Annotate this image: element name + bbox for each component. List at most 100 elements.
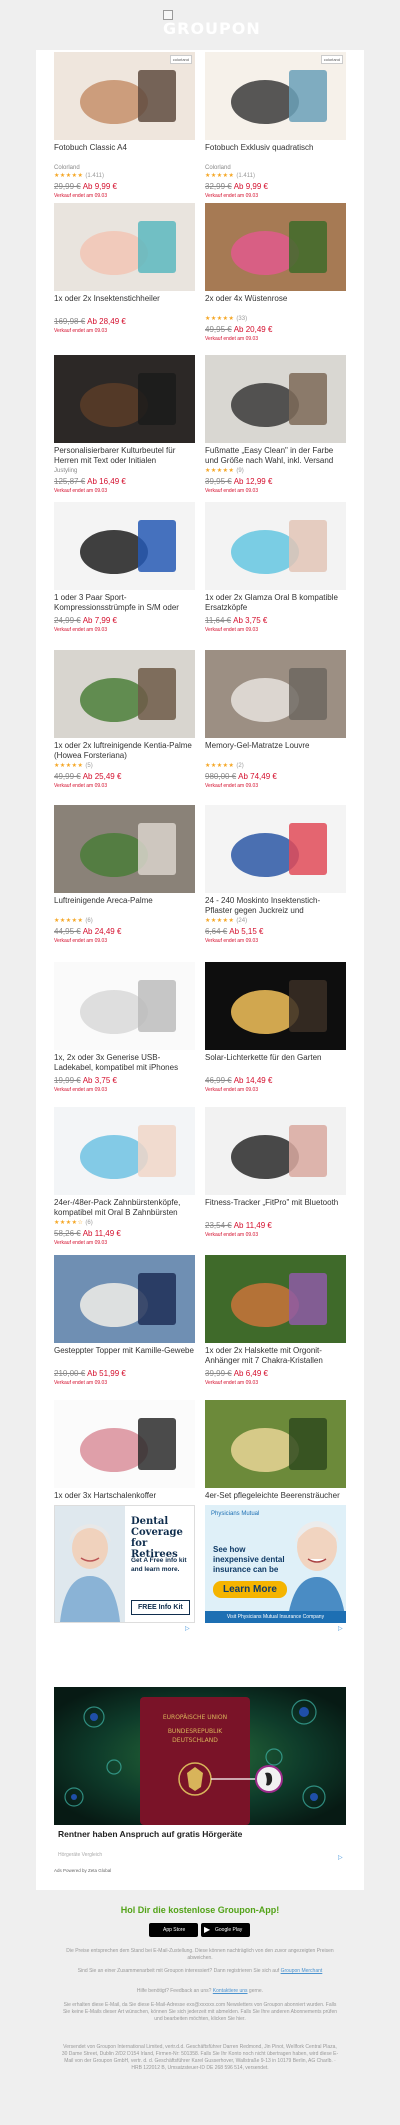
sponsored-ad-hearing-aids[interactable]: EUROPÄISCHE UNION BUNDESREPUBLIK DEUTSCH… (54, 1687, 346, 1825)
deal-tile[interactable]: 24er-/48er-Pack Zahnbürstenköpfe, kompat… (54, 1107, 195, 1247)
deal-image[interactable] (54, 203, 195, 291)
deal-image[interactable] (54, 1255, 195, 1343)
logo-text: GROUPON (163, 19, 261, 38)
deal-image[interactable] (54, 502, 195, 590)
deal-tile[interactable]: Memory-Gel-Matratze Louvre ★★★★★ (2) 980,00… (205, 650, 346, 790)
new-price: Ab 7,99 € (82, 616, 117, 625)
deal-end-date: Verkauf endet am 09.03 (205, 488, 259, 494)
deal-rating: ★★★★★ (1.411) (54, 173, 104, 179)
deal-tile[interactable]: Luftreinigende Areca-Palme ★★★★★ (6) 44,95 … (54, 805, 195, 945)
deal-tile[interactable]: Fußmatte „Easy Clean" in der Farbe und G… (205, 355, 346, 495)
deal-tile[interactable]: Fitness-Tracker „FitPro" mit Bluetooth 23… (205, 1107, 346, 1239)
deal-end-date: Verkauf endet am 09.03 (54, 627, 108, 633)
adchoices-icon[interactable]: ▷ (185, 1625, 190, 1632)
deal-image[interactable] (54, 805, 195, 893)
deal-image[interactable] (205, 805, 346, 893)
deal-price: 46,99 € Ab 14,49 € (205, 1075, 346, 1086)
merchant-badge: colorland (169, 55, 192, 64)
deal-image[interactable] (205, 1255, 346, 1343)
old-price: 32,99 € (205, 182, 232, 191)
ad-subtext: Get A Free info kit and learn more. (131, 1557, 187, 1573)
deal-tile[interactable]: Solar-Lichterkette für den Garten 46,99 €… (205, 962, 346, 1094)
deal-title: Fotobuch Classic A4 (54, 143, 127, 152)
deal-image[interactable] (205, 355, 346, 443)
deal-title: 24 - 240 Moskinto Insektenstich-Pflaster… (205, 896, 321, 917)
deal-title: Solar-Lichterkette für den Garten (205, 1053, 322, 1062)
deal-price: 39,99 € Ab 6,49 € (205, 1368, 346, 1379)
deal-title: 1x oder 2x Glamza Oral B kompatible Ersa… (205, 593, 338, 612)
deal-image[interactable] (54, 1400, 195, 1488)
deal-tile[interactable]: Personalisierbarer Kulturbeutel für Herr… (54, 355, 195, 495)
learn-more-button[interactable]: Learn More (213, 1581, 287, 1598)
old-price: 49,95 € (205, 325, 232, 334)
deal-price: 169,98 € Ab 28,49 € (54, 316, 195, 327)
deal-tile[interactable]: 1x oder 2x Halskette mit Orgonit-Anhänge… (205, 1255, 346, 1387)
play-icon: ▶ (204, 1925, 211, 1934)
deal-end-date: Verkauf endet am 09.03 (54, 1240, 108, 1246)
contact-link[interactable]: Kontaktiere uns (213, 1988, 248, 1994)
deal-tile[interactable]: 2x oder 4x Wüstenrose ★★★★★ (33) 49,95 € Ab … (205, 203, 346, 343)
google-play-badge[interactable]: ▶ Google Play (201, 1923, 250, 1937)
ad-brand: Physicians Mutual (211, 1511, 260, 1517)
deal-image[interactable] (54, 650, 195, 738)
deal-image[interactable]: colorland (205, 52, 346, 140)
svg-text:BUNDESREPUBLIK: BUNDESREPUBLIK (168, 1728, 223, 1735)
deal-end-date: Verkauf endet am 09.03 (205, 1087, 259, 1093)
sponsored-ad-dental-insurance[interactable]: Physicians Mutual See how inexpensive de… (205, 1505, 346, 1623)
old-price: 11,64 € (205, 616, 232, 625)
groupon-merchant-link[interactable]: Groupon Merchant (281, 1968, 323, 1974)
deal-tile[interactable]: Gesteppter Topper mit Kamille-Gewebe 210,… (54, 1255, 195, 1387)
deal-end-date: Verkauf endet am 09.03 (54, 1380, 108, 1386)
app-store-badge[interactable]: App Store (149, 1923, 198, 1937)
groupon-logo[interactable]: GROUPON (160, 10, 260, 38)
deal-title: Gesteppter Topper mit Kamille-Gewebe (54, 1346, 194, 1355)
new-price: Ab 12,99 € (233, 477, 273, 486)
deal-title: 1x oder 2x luftreinigende Kentia-Palme (… (54, 741, 192, 760)
adchoices-icon[interactable]: ▷ (338, 1625, 343, 1632)
deal-end-date: Verkauf endet am 09.03 (54, 783, 108, 789)
deal-image[interactable] (205, 962, 346, 1050)
deal-price: 19,99 € Ab 3,75 € (54, 1075, 195, 1086)
new-price: Ab 11,49 € (233, 1221, 272, 1230)
old-price: 46,99 € (205, 1076, 232, 1085)
app-promo-headline: Hol Dir die kostenlose Groupon-App! (120, 1905, 280, 1915)
deal-price: 980,00 € Ab 74,49 € (205, 771, 346, 782)
deal-image[interactable] (205, 1107, 346, 1195)
free-info-kit-button[interactable]: FREE Info Kit (131, 1600, 190, 1615)
svg-text:EUROPÄISCHE UNION: EUROPÄISCHE UNION (163, 1714, 227, 1721)
deal-tile[interactable]: 1 oder 3 Paar Sport-Kompressionsstrümpfe… (54, 502, 195, 634)
deal-image[interactable] (54, 962, 195, 1050)
deal-rating: ★★★★★ (33) (205, 316, 248, 322)
deal-tile[interactable]: 1x oder 2x luftreinigende Kentia-Palme (… (54, 650, 195, 790)
deal-image[interactable] (205, 502, 346, 590)
deal-end-date: Verkauf endet am 09.03 (54, 1087, 108, 1093)
old-price: 44,95 € (54, 927, 81, 936)
deal-image[interactable]: colorland (54, 52, 195, 140)
deal-title: Luftreinigende Areca-Palme (54, 896, 153, 905)
new-price: Ab 11,49 € (82, 1229, 121, 1238)
deal-tile[interactable]: 24 - 240 Moskinto Insektenstich-Pflaster… (205, 805, 346, 945)
old-price: 39,95 € (205, 477, 232, 486)
deal-title: 24er-/48er-Pack Zahnbürstenköpfe, kompat… (54, 1198, 181, 1217)
deal-image[interactable] (54, 355, 195, 443)
ad-title[interactable]: Rentner haben Anspruch auf gratis Hörger… (58, 1829, 242, 1839)
deal-image[interactable] (205, 1400, 346, 1488)
deal-tile[interactable]: 1x oder 2x Insektenstichheiler 169,98 € Ab… (54, 203, 195, 335)
sponsored-ad-dental-coverage[interactable]: Dental Coverage for Retirees Get A Free … (54, 1505, 195, 1623)
new-price: Ab 14,49 € (233, 1076, 273, 1085)
deal-tile[interactable]: colorland Fotobuch Classic A4 Colorland ★★★… (54, 52, 195, 200)
deal-image[interactable] (205, 203, 346, 291)
adchoices-icon[interactable]: ▷ (338, 1854, 343, 1861)
deal-tile[interactable]: 1x oder 2x Glamza Oral B kompatible Ersa… (205, 502, 346, 634)
deal-price: 49,99 € Ab 25,49 € (54, 771, 195, 782)
deal-tile[interactable]: colorland Fotobuch Exklusiv quadratisch Co… (205, 52, 346, 200)
deal-image[interactable] (205, 650, 346, 738)
old-price: 39,99 € (205, 1369, 232, 1378)
new-price: Ab 9,99 € (82, 182, 117, 191)
deal-title: Personalisierbarer Kulturbeutel für Herr… (54, 446, 176, 465)
deal-price: 29,99 € Ab 9,99 € (54, 181, 195, 192)
deal-photo (205, 355, 346, 443)
deal-tile[interactable]: 1x, 2x oder 3x Generise USB-Ladekabel, k… (54, 962, 195, 1094)
deal-title: 1x oder 2x Halskette mit Orgonit-Anhänge… (205, 1346, 323, 1365)
deal-image[interactable] (54, 1107, 195, 1195)
